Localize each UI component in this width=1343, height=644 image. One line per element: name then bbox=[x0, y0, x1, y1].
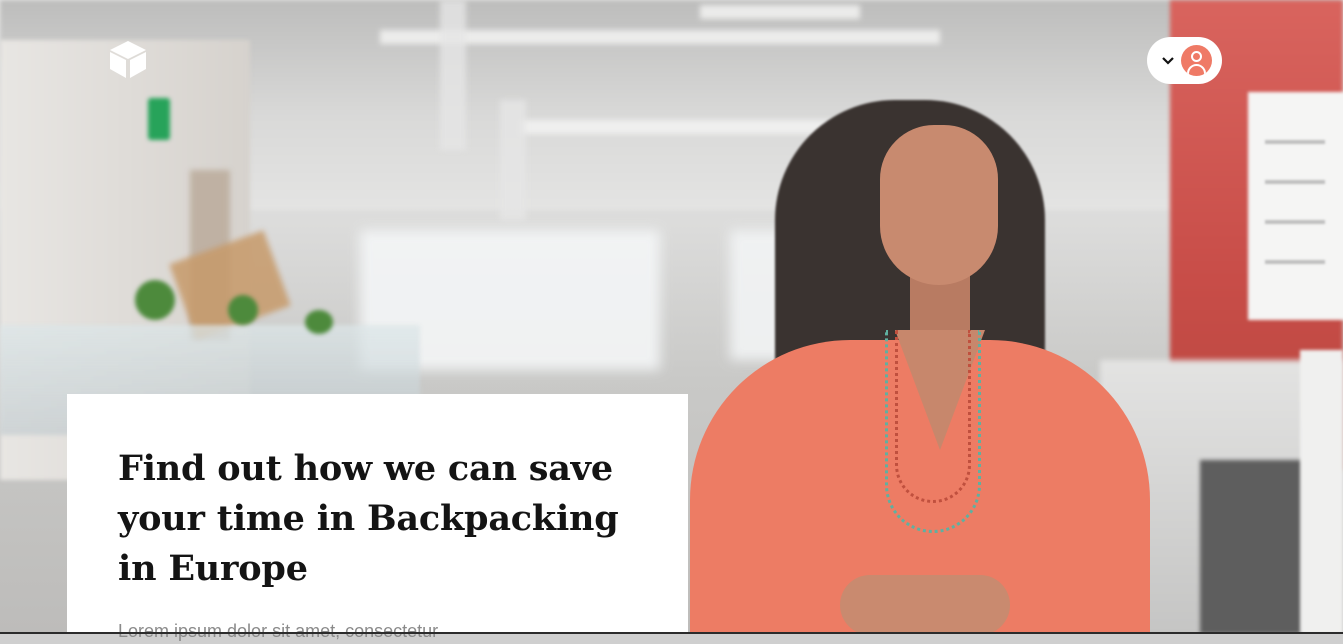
user-menu-button[interactable] bbox=[1147, 37, 1222, 84]
whiteboard-mark bbox=[1265, 220, 1325, 224]
cube-logo-icon[interactable] bbox=[106, 38, 150, 80]
plant bbox=[305, 310, 333, 334]
plant bbox=[228, 295, 258, 325]
plant bbox=[135, 280, 175, 320]
whiteboard-mark bbox=[1265, 140, 1325, 144]
necklace bbox=[895, 330, 971, 503]
whiteboard-mark bbox=[1265, 260, 1325, 264]
user-avatar-icon bbox=[1181, 45, 1212, 76]
person-face bbox=[880, 125, 998, 285]
storage-bins bbox=[1300, 350, 1343, 634]
hero-headline: Find out how we can save your time in Ba… bbox=[118, 448, 619, 589]
chevron-down-icon bbox=[1161, 54, 1175, 68]
whiteboard bbox=[1248, 92, 1343, 320]
ceiling-duct bbox=[440, 0, 466, 150]
ceiling-duct bbox=[500, 100, 526, 220]
exit-sign bbox=[148, 98, 170, 140]
ceiling-light bbox=[700, 5, 860, 19]
whiteboard-mark bbox=[1265, 180, 1325, 184]
person-hands bbox=[840, 575, 1010, 634]
hero-lede: Lorem ipsum dolor sit amet, consectetur bbox=[118, 621, 439, 641]
hero-card: Find out how we can save your time in Ba… bbox=[67, 394, 688, 641]
printer bbox=[1200, 460, 1305, 634]
